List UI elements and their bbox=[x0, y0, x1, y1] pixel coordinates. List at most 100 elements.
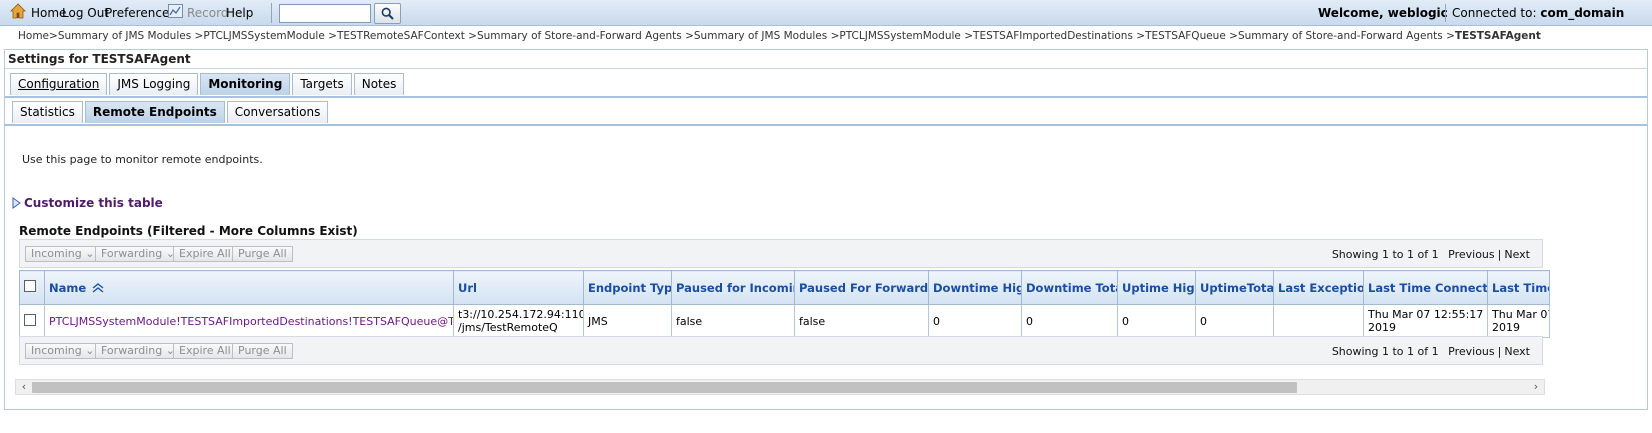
table-controls-top: Incoming ⌄ Forwarding ⌄ Expire All Purge… bbox=[19, 239, 1543, 268]
help-link[interactable]: Help bbox=[226, 6, 253, 20]
breadcrumb-item[interactable]: PTCLJMSSystemModule bbox=[203, 30, 324, 42]
url-line: t3://10.254.172.94:11001 bbox=[458, 308, 583, 321]
cell-paused-forwarding: false bbox=[794, 304, 929, 338]
tab-label: Configuration bbox=[18, 77, 100, 91]
toolbar-divider bbox=[271, 3, 272, 23]
cell-downtime-high: 0 bbox=[928, 304, 1022, 338]
tab-notes[interactable]: Notes bbox=[353, 73, 405, 95]
column-header-last-exception[interactable]: Last Exception bbox=[1273, 270, 1364, 305]
breadcrumb-item[interactable]: Summary of Store-and-Forward Agents bbox=[1238, 30, 1443, 42]
subtab-conversations[interactable]: Conversations bbox=[226, 101, 329, 123]
table-header-row: Name Url Endpoint Type Paused for Incomi… bbox=[19, 270, 1550, 305]
cell-uptime-total: 0 bbox=[1195, 304, 1274, 338]
timestamp-line: 2019 bbox=[1368, 321, 1396, 334]
search-button[interactable] bbox=[374, 3, 401, 24]
previous-link[interactable]: Previous bbox=[1448, 248, 1495, 261]
endpoint-name-link[interactable]: PTCLJMSSystemModule!TESTSAFImportedDesti… bbox=[49, 315, 453, 328]
cell-name: PTCLJMSSystemModule!TESTSAFImportedDesti… bbox=[44, 304, 454, 338]
expire-all-button[interactable]: Expire All bbox=[173, 343, 237, 359]
forwarding-menu-button[interactable]: Forwarding ⌄ bbox=[95, 246, 181, 262]
column-header-endpoint-type[interactable]: Endpoint Type bbox=[583, 270, 672, 305]
intro-text: Use this page to monitor remote endpoint… bbox=[22, 153, 263, 166]
cell-last-time-failed: Thu Mar 07 12019 bbox=[1487, 304, 1550, 338]
breadcrumb-separator: > bbox=[328, 30, 337, 42]
customize-table-link[interactable]: Customize this table bbox=[24, 196, 163, 210]
showing-count: Showing 1 to 1 of 1 bbox=[1331, 248, 1439, 261]
next-link[interactable]: Next bbox=[1504, 345, 1530, 358]
next-link[interactable]: Next bbox=[1504, 248, 1530, 261]
breadcrumb-item[interactable]: Summary of JMS Modules bbox=[694, 30, 827, 42]
preferences-link[interactable]: Preferences bbox=[105, 6, 176, 20]
breadcrumb-separator: > bbox=[49, 30, 58, 42]
row-checkbox[interactable] bbox=[24, 313, 36, 326]
incoming-menu-button[interactable]: Incoming ⌄ bbox=[25, 343, 101, 359]
logout-link[interactable]: Log Out bbox=[62, 6, 109, 20]
cell-uptime-high: 0 bbox=[1117, 304, 1196, 338]
breadcrumb-item[interactable]: Summary of JMS Modules bbox=[58, 30, 191, 42]
cell-url: t3://10.254.172.94:11001/jms/TestRemoteQ bbox=[453, 304, 584, 338]
tab-label: Targets bbox=[300, 77, 344, 91]
subtab-remote-endpoints[interactable]: Remote Endpoints bbox=[84, 101, 225, 123]
breadcrumb-item[interactable]: Summary of Store-and-Forward Agents bbox=[477, 30, 682, 42]
cell-last-time-connected: Thu Mar 07 12:55:17 PKT2019 bbox=[1363, 304, 1488, 338]
sort-icon bbox=[92, 283, 104, 293]
breadcrumb-item[interactable]: TESTSAFQueue bbox=[1145, 30, 1226, 42]
column-header-downtime-total[interactable]: Downtime Total bbox=[1021, 270, 1118, 305]
expire-all-button[interactable]: Expire All bbox=[173, 246, 237, 262]
scroll-left-arrow-icon[interactable]: ‹ bbox=[18, 380, 30, 394]
breadcrumb-separator: > bbox=[1136, 30, 1146, 42]
table-controls-bottom: Incoming ⌄ Forwarding ⌄ Expire All Purge… bbox=[19, 336, 1543, 365]
search-input[interactable] bbox=[279, 4, 371, 23]
incoming-menu-button[interactable]: Incoming ⌄ bbox=[25, 246, 101, 262]
select-all-checkbox[interactable] bbox=[24, 280, 36, 292]
breadcrumb-item[interactable]: TESTRemoteSAFContext bbox=[337, 30, 465, 42]
subtab-statistics[interactable]: Statistics bbox=[12, 101, 83, 123]
showing-count: Showing 1 to 1 of 1 bbox=[1331, 345, 1439, 358]
chevron-down-icon: ⌄ bbox=[85, 344, 95, 357]
column-header-uptime-total[interactable]: UptimeTotal bbox=[1195, 270, 1274, 305]
column-header-paused-forwarding[interactable]: Paused For Forwarding bbox=[794, 270, 929, 305]
tab-jms-logging[interactable]: JMS Logging bbox=[109, 73, 199, 95]
toolbar-divider bbox=[1445, 4, 1446, 22]
column-header-paused-incoming[interactable]: Paused for Incoming bbox=[671, 270, 795, 305]
breadcrumb: Home>Summary of JMS Modules >PTCLJMSSyst… bbox=[18, 30, 1541, 42]
button-label: Incoming bbox=[31, 344, 82, 357]
customize-table-toggle[interactable]: Customize this table bbox=[12, 196, 163, 210]
breadcrumb-item[interactable]: Home bbox=[18, 30, 49, 42]
top-toolbar: Home Log Out Preferences Record Help Wel… bbox=[0, 0, 1652, 26]
column-header-downtime-high[interactable]: Downtime High bbox=[928, 270, 1022, 305]
horizontal-scrollbar[interactable]: ‹ › bbox=[15, 379, 1545, 395]
sub-tabs: Statistics Remote Endpoints Conversation… bbox=[12, 101, 329, 123]
pagination: Showing 1 to 1 of 1 Previous | Next bbox=[1332, 248, 1530, 261]
scroll-right-arrow-icon[interactable]: › bbox=[1530, 380, 1542, 394]
timestamp-line: Thu Mar 07 1 bbox=[1492, 308, 1549, 321]
breadcrumb-item[interactable]: PTCLJMSSystemModule bbox=[839, 30, 960, 42]
timestamp-line: Thu Mar 07 12:55:17 PKT bbox=[1368, 308, 1487, 321]
breadcrumb-item[interactable]: TESTSAFImportedDestinations bbox=[973, 30, 1133, 42]
tab-targets[interactable]: Targets bbox=[292, 73, 352, 95]
tab-configuration[interactable]: Configuration bbox=[10, 73, 108, 95]
divider bbox=[5, 68, 1647, 69]
breadcrumb-separator: > bbox=[685, 30, 694, 42]
button-label: Forwarding bbox=[101, 247, 163, 260]
purge-all-button[interactable]: Purge All bbox=[232, 343, 293, 359]
column-header-uptime-high[interactable]: Uptime High bbox=[1117, 270, 1196, 305]
forwarding-menu-button[interactable]: Forwarding ⌄ bbox=[95, 343, 181, 359]
column-header-last-time-connected[interactable]: Last Time Connected bbox=[1363, 270, 1488, 305]
search-icon bbox=[381, 7, 394, 20]
home-icon[interactable] bbox=[10, 3, 26, 19]
scrollbar-thumb[interactable] bbox=[32, 382, 1297, 393]
column-header-url[interactable]: Url bbox=[453, 270, 584, 305]
tab-label: Conversations bbox=[234, 105, 321, 119]
purge-all-button[interactable]: Purge All bbox=[232, 246, 293, 262]
cell-paused-incoming: false bbox=[671, 304, 795, 338]
record-icon bbox=[168, 4, 183, 18]
welcome-text: Welcome, weblogic bbox=[1318, 6, 1448, 20]
remote-endpoints-table: Name Url Endpoint Type Paused for Incomi… bbox=[19, 270, 1550, 338]
cell-downtime-total: 0 bbox=[1021, 304, 1118, 338]
table-row: PTCLJMSSystemModule!TESTSAFImportedDesti… bbox=[19, 304, 1550, 338]
column-header-name[interactable]: Name bbox=[44, 270, 454, 305]
tab-monitoring[interactable]: Monitoring bbox=[200, 73, 291, 95]
previous-link[interactable]: Previous bbox=[1448, 345, 1495, 358]
column-header-last-time-failed[interactable]: Last Time F bbox=[1487, 270, 1550, 305]
